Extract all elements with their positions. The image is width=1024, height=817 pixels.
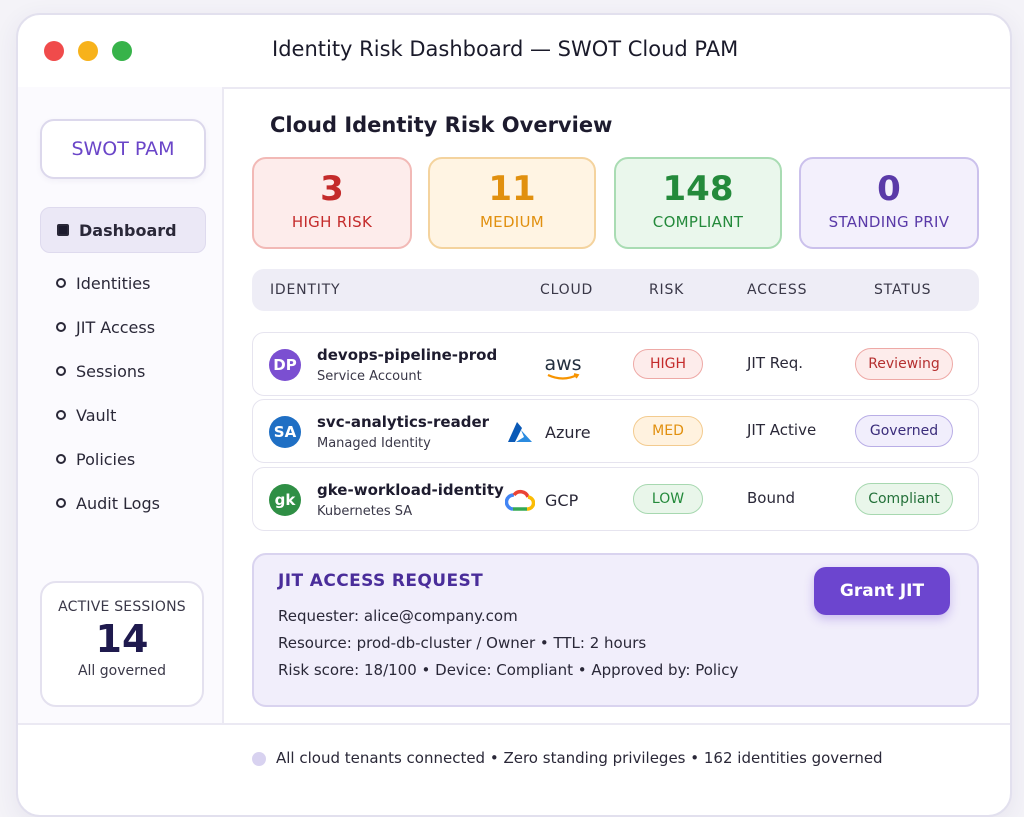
circle-bullet-icon (56, 322, 66, 332)
square-bullet-icon (57, 224, 69, 236)
status-footer: All cloud tenants connected • Zero stand… (18, 723, 1010, 815)
main-content: Cloud Identity Risk Overview 3 HIGH RISK… (224, 87, 1008, 727)
identity-type: Service Account (317, 369, 422, 384)
status-badge[interactable]: Compliant (855, 483, 953, 515)
identity-name: devops-pipeline-prod (317, 346, 498, 364)
azure-logo-icon (503, 420, 537, 444)
grant-jit-button[interactable]: Grant JIT (814, 567, 950, 615)
access-value: Bound (747, 489, 796, 507)
sidebar-item-sessions[interactable]: Sessions (40, 349, 206, 393)
minimize-window-button[interactable] (78, 41, 98, 61)
stat-value: 3 (320, 169, 344, 209)
brand-logo[interactable]: SWOT PAM (40, 119, 206, 179)
sidebar-item-label: Dashboard (79, 220, 177, 240)
stat-card-compliant[interactable]: 148 COMPLIANT (614, 157, 782, 249)
active-sessions-subtitle: All governed (77, 663, 167, 679)
cloud-cell: GCP (503, 488, 578, 512)
cloud-label: GCP (545, 490, 579, 510)
title-bar: Identity Risk Dashboard — SWOT Cloud PAM (18, 15, 1010, 89)
column-header-access[interactable]: ACCESS (747, 282, 807, 298)
avatar: gk (269, 484, 301, 516)
status-dot-icon (252, 752, 266, 766)
stat-label: COMPLIANT (652, 213, 744, 231)
stat-label: HIGH RISK (291, 213, 373, 231)
close-window-button[interactable] (44, 41, 64, 61)
identity-type: Kubernetes SA (317, 504, 413, 519)
footer-status-text: All cloud tenants connected • Zero stand… (276, 749, 883, 767)
stat-card-medium[interactable]: 11 MEDIUM (428, 157, 596, 249)
stat-label: STANDING PRIV (828, 213, 950, 231)
cloud-label: aws (544, 353, 582, 375)
app-window: Identity Risk Dashboard — SWOT Cloud PAM… (16, 13, 1012, 817)
table-header: IDENTITY CLOUD RISK ACCESS STATUS (252, 269, 979, 311)
avatar: SA (269, 416, 301, 448)
stat-value: 148 (662, 169, 734, 209)
stat-card-high-risk[interactable]: 3 HIGH RISK (252, 157, 412, 249)
sidebar-item-label: Vault (76, 405, 117, 425)
circle-bullet-icon (56, 410, 66, 420)
sidebar-item-label: Audit Logs (76, 493, 160, 513)
table-row[interactable]: DP devops-pipeline-prod Service Account … (252, 332, 979, 396)
status-badge[interactable]: Reviewing (855, 348, 953, 380)
status-badge[interactable]: Governed (855, 415, 953, 447)
identity-type: Managed Identity (317, 436, 431, 451)
stat-card-standing-priv[interactable]: 0 STANDING PRIV (799, 157, 979, 249)
page-title: Cloud Identity Risk Overview (270, 113, 613, 137)
risk-badge: LOW (633, 484, 703, 514)
sidebar-item-audit-logs[interactable]: Audit Logs (40, 481, 206, 525)
jit-panel-title: JIT ACCESS REQUEST (278, 571, 484, 591)
sidebar-nav: Dashboard Identities JIT Access Sessions… (40, 207, 206, 525)
access-value: JIT Req. (747, 354, 804, 372)
maximize-window-button[interactable] (112, 41, 132, 61)
column-header-cloud[interactable]: CLOUD (540, 282, 593, 298)
aws-logo-icon: aws (543, 353, 583, 383)
stat-value: 0 (877, 169, 901, 209)
cloud-cell: Azure (503, 420, 591, 444)
active-sessions-card: ACTIVE SESSIONS 14 All governed (40, 581, 204, 707)
stat-value: 11 (488, 169, 536, 209)
gcp-logo-icon (503, 488, 537, 512)
sidebar-item-dashboard[interactable]: Dashboard (40, 207, 206, 253)
circle-bullet-icon (56, 454, 66, 464)
column-header-risk[interactable]: RISK (649, 282, 684, 298)
sidebar: SWOT PAM Dashboard Identities JIT Access… (18, 87, 224, 723)
sidebar-item-label: Identities (76, 273, 151, 293)
risk-badge: MED (633, 416, 703, 446)
sidebar-item-label: Policies (76, 449, 136, 469)
circle-bullet-icon (56, 366, 66, 376)
stat-label: MEDIUM (479, 213, 545, 231)
window-title: Identity Risk Dashboard — SWOT Cloud PAM (272, 37, 739, 61)
active-sessions-count: 14 (95, 617, 149, 661)
access-value: JIT Active (747, 421, 817, 439)
active-sessions-label: ACTIVE SESSIONS (58, 599, 186, 615)
sidebar-item-label: JIT Access (76, 317, 156, 337)
jit-risk-score: Risk score: 18/100 • Device: Compliant •… (278, 661, 739, 679)
jit-requester: Requester: alice@company.com (278, 607, 518, 625)
table-row[interactable]: SA svc-analytics-reader Managed Identity… (252, 399, 979, 463)
cloud-cell: aws (543, 353, 591, 383)
sidebar-item-policies[interactable]: Policies (40, 437, 206, 481)
column-header-status[interactable]: STATUS (874, 282, 931, 298)
circle-bullet-icon (56, 278, 66, 288)
sidebar-item-jit-access[interactable]: JIT Access (40, 305, 206, 349)
jit-resource: Resource: prod-db-cluster / Owner • TTL:… (278, 634, 647, 652)
risk-badge: HIGH (633, 349, 703, 379)
sidebar-item-identities[interactable]: Identities (40, 261, 206, 305)
column-header-identity[interactable]: IDENTITY (270, 282, 340, 298)
sidebar-item-vault[interactable]: Vault (40, 393, 206, 437)
sidebar-item-label: Sessions (76, 361, 146, 381)
avatar: DP (269, 349, 301, 381)
cloud-label: Azure (545, 422, 591, 442)
identity-name: gke-workload-identity (317, 481, 504, 499)
identity-name: svc-analytics-reader (317, 413, 490, 431)
jit-access-request-panel: JIT ACCESS REQUEST Requester: alice@comp… (252, 553, 979, 707)
table-row[interactable]: gk gke-workload-identity Kubernetes SA G… (252, 467, 979, 531)
circle-bullet-icon (56, 498, 66, 508)
